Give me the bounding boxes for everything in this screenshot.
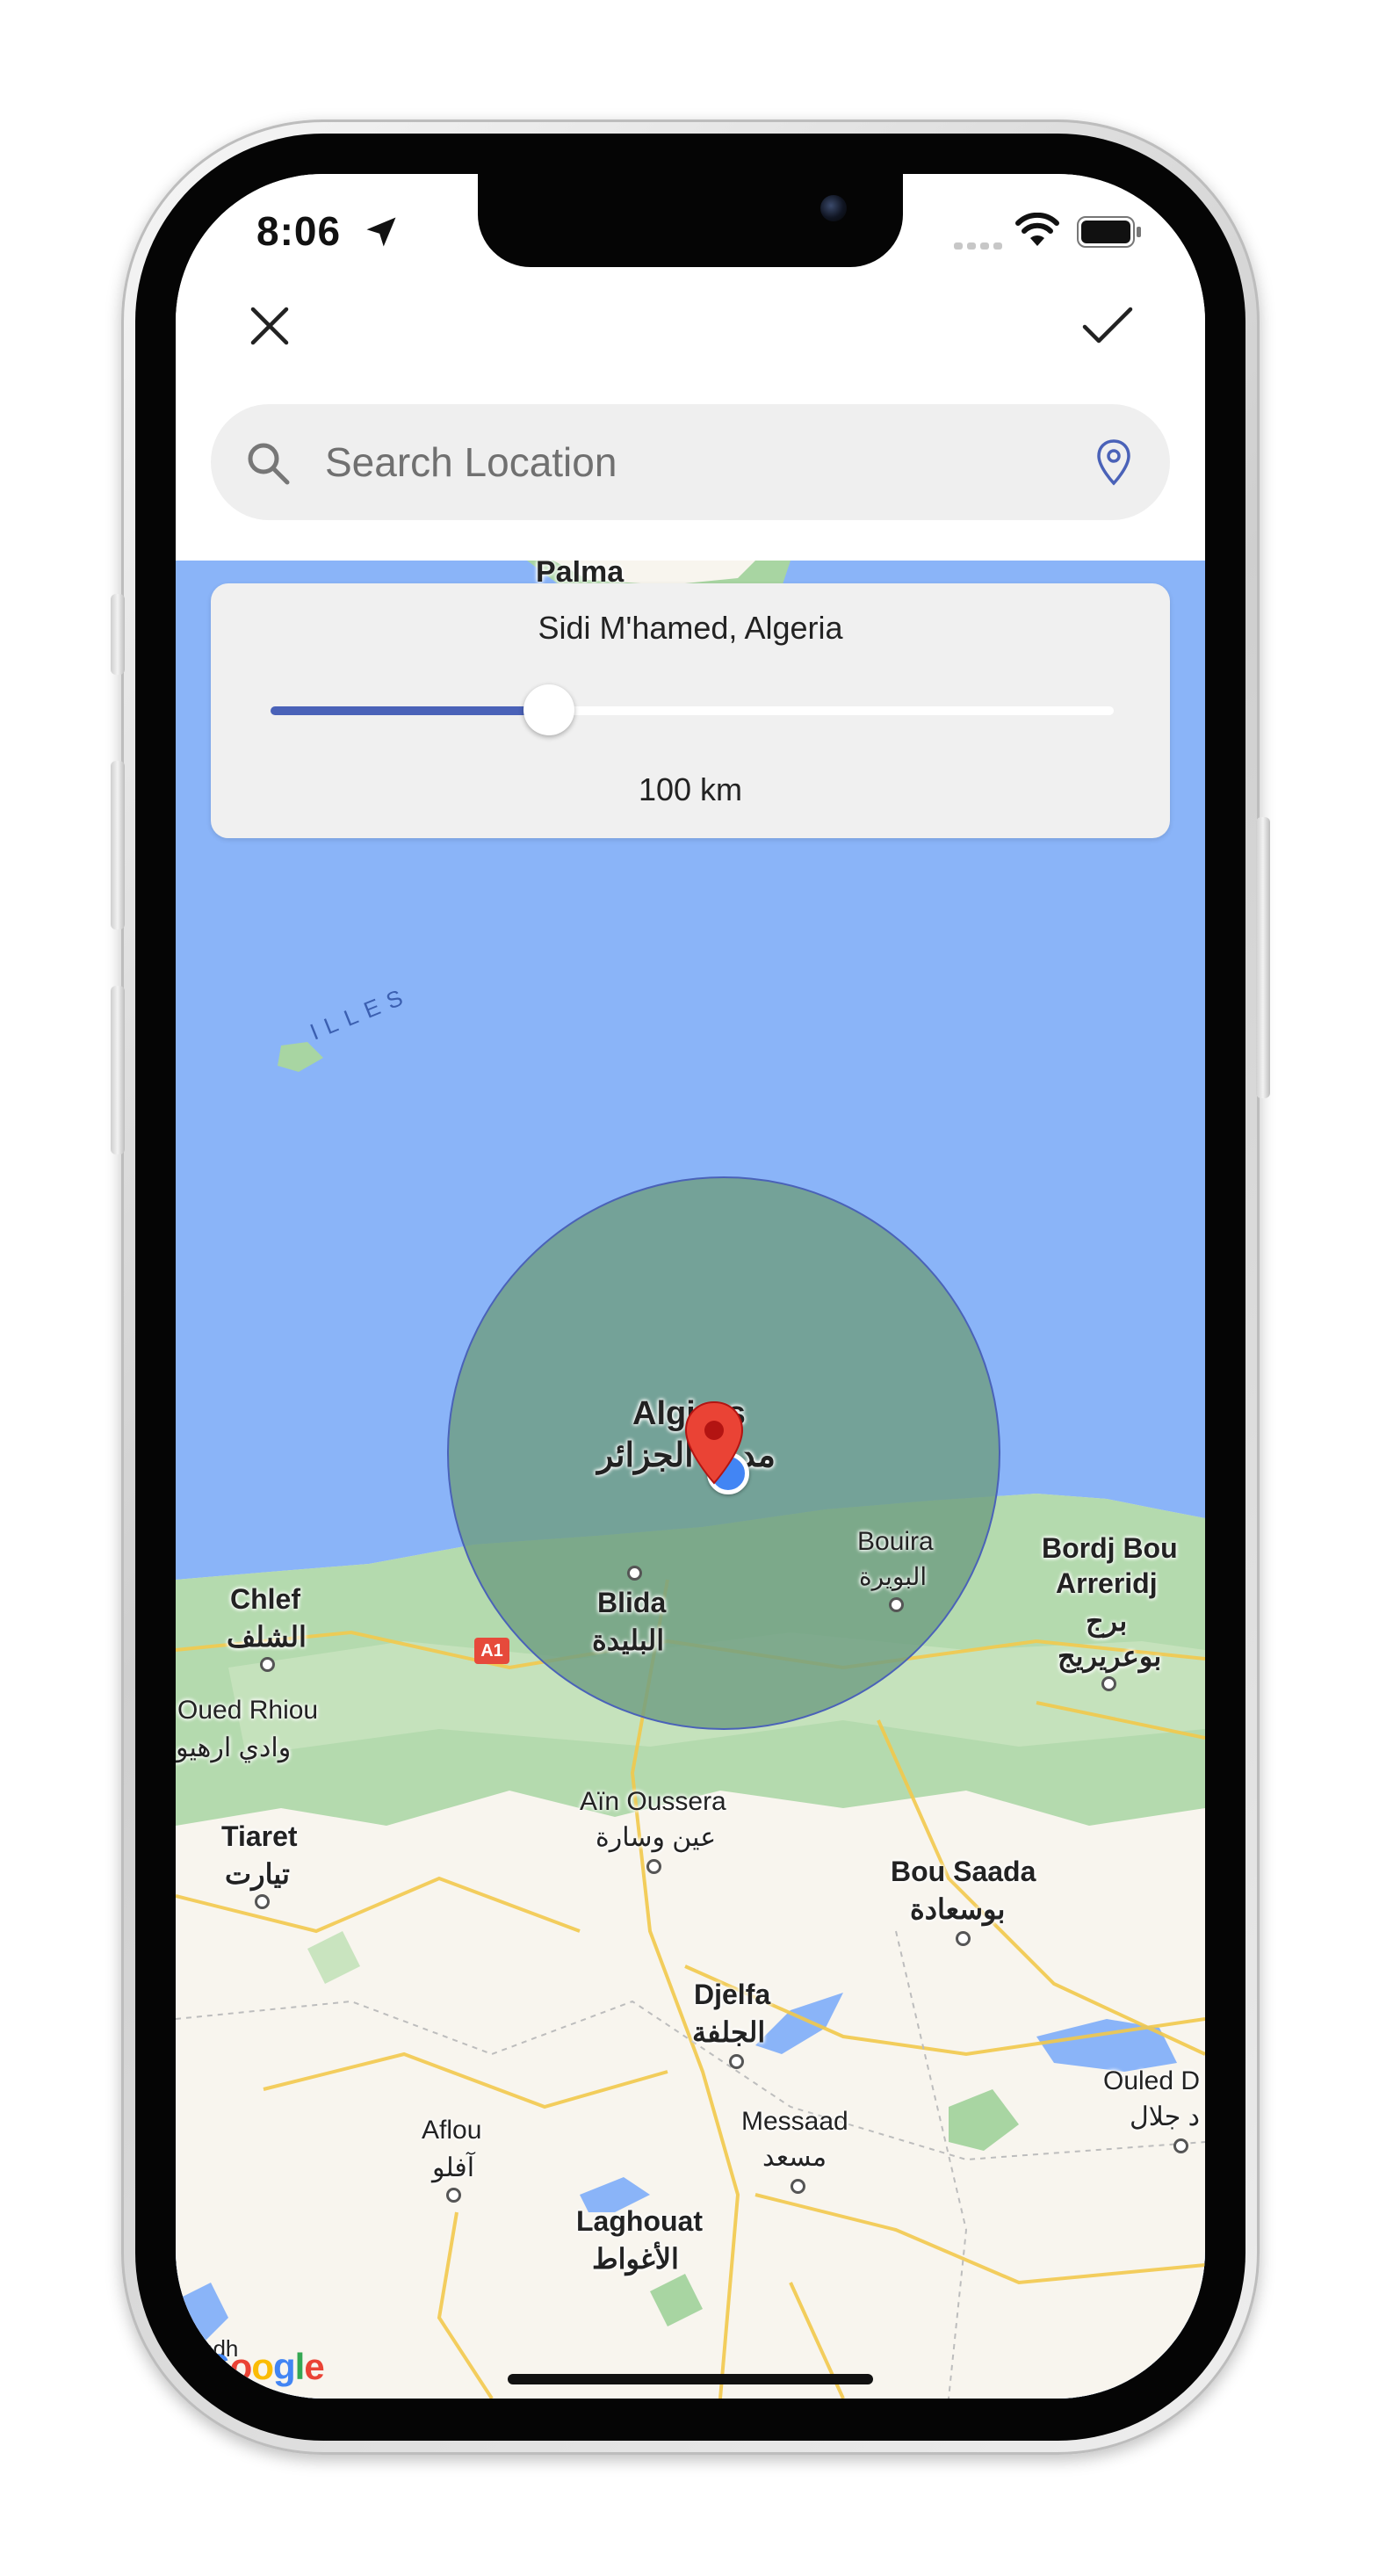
- city-dot-tiaret: [255, 1894, 270, 1909]
- city-dot-bou-saada: [956, 1931, 971, 1946]
- map-label-bordj-ar2: بوعريريج: [1058, 1640, 1162, 1672]
- city-dot-aflou: [446, 2188, 461, 2203]
- location-arrow-icon: [362, 213, 401, 251]
- location-marker-button[interactable]: [1087, 436, 1140, 488]
- map-label-tiaret: Tiaret: [221, 1820, 298, 1852]
- status-time: 8:06: [256, 208, 342, 254]
- confirm-button[interactable]: [1068, 286, 1147, 365]
- home-indicator[interactable]: [508, 2374, 873, 2384]
- map-label-ouled-djellal-ar: د جلال: [1130, 2102, 1200, 2131]
- volume-up-button: [111, 761, 125, 930]
- city-dot-djelfa: [729, 2054, 744, 2069]
- close-icon: [250, 307, 289, 345]
- map-label-blida: Blida: [597, 1587, 667, 1618]
- cellular-signal-icon: [954, 235, 1003, 250]
- selected-location-name: Sidi M'hamed, Algeria: [538, 610, 843, 646]
- map-label-djelfa-ar: الجلفة: [692, 2016, 766, 2048]
- map-label-djelfa: Djelfa: [694, 1979, 771, 2010]
- search-bar: [211, 404, 1170, 520]
- map-label-bordj-2: Arreridj: [1056, 1567, 1158, 1599]
- radius-value-label: 100 km: [638, 771, 743, 807]
- phone-screen: ILLES Palma Algiers مدينة الجزائر Bouira…: [176, 174, 1205, 2399]
- map-label-oued-rhiou: Oued Rhiou: [177, 1696, 319, 1725]
- google-logo: Google: [202, 2346, 325, 2387]
- city-dot-ouled-djellal: [1173, 2138, 1188, 2153]
- map-label-bou-saada: Bou Saada: [891, 1856, 1036, 1887]
- radius-slider-thumb[interactable]: [523, 684, 574, 735]
- map-label-messaad-ar: مسعد: [762, 2143, 827, 2172]
- radius-card: Sidi M'hamed, Algeria 100 km: [211, 583, 1170, 838]
- map-label-tiaret-ar: تيارت: [225, 1858, 290, 1890]
- wifi-icon: [1015, 212, 1059, 248]
- road-shield-a1: A1: [474, 1638, 509, 1664]
- city-dot-chlef: [260, 1657, 275, 1672]
- front-camera: [820, 195, 847, 221]
- close-button[interactable]: [230, 286, 309, 365]
- map-label-ain-oussera-ar: عين وسارة: [596, 1823, 717, 1852]
- map-label-laghouat: Laghouat: [576, 2205, 703, 2237]
- battery-icon: [1077, 216, 1142, 248]
- map-label-blida-ar: البليدة: [592, 1624, 665, 1656]
- map-label-bouira: Bouira: [857, 1527, 934, 1556]
- city-dot-messaad: [791, 2179, 805, 2194]
- power-button: [1256, 817, 1270, 1098]
- map-label-laghouat-ar: الأغواط: [592, 2243, 679, 2275]
- map-label-bouira-ar: البويرة: [859, 1563, 928, 1590]
- map-label-aflou: Aflou: [422, 2116, 482, 2145]
- city-dot-bordj: [1101, 1676, 1116, 1691]
- checkmark-icon: [1082, 307, 1133, 344]
- map-label-bou-saada-ar: بوسعادة: [910, 1893, 1006, 1925]
- map-label-aflou-ar: آفلو: [432, 2153, 475, 2182]
- radius-slider-fill: [271, 706, 549, 715]
- location-marker-icon: [1097, 439, 1130, 486]
- map-label-oued-rhiou-ar: وادي ارهيو: [176, 1733, 292, 1762]
- map-label-bordj-1: Bordj Bou: [1042, 1532, 1178, 1564]
- notch: [478, 174, 903, 267]
- search-icon: [244, 439, 292, 487]
- map-label-chlef: Chlef: [230, 1583, 300, 1615]
- city-dot-blida: [627, 1566, 642, 1581]
- search-input[interactable]: [325, 404, 1028, 520]
- mute-switch: [111, 594, 125, 675]
- location-pin-icon[interactable]: [683, 1400, 745, 1485]
- city-dot-ain-oussera: [646, 1859, 661, 1874]
- map-label-messaad: Messaad: [741, 2107, 848, 2136]
- volume-down-button: [111, 986, 125, 1154]
- map-label-bordj-ar1: برج: [1086, 1605, 1128, 1637]
- map-label-ouled-djellal: Ouled D: [1103, 2066, 1201, 2095]
- map-label-ain-oussera: Aïn Oussera: [580, 1787, 726, 1816]
- city-dot-bouira: [889, 1597, 904, 1612]
- map-label-chlef-ar: الشلف: [227, 1621, 307, 1653]
